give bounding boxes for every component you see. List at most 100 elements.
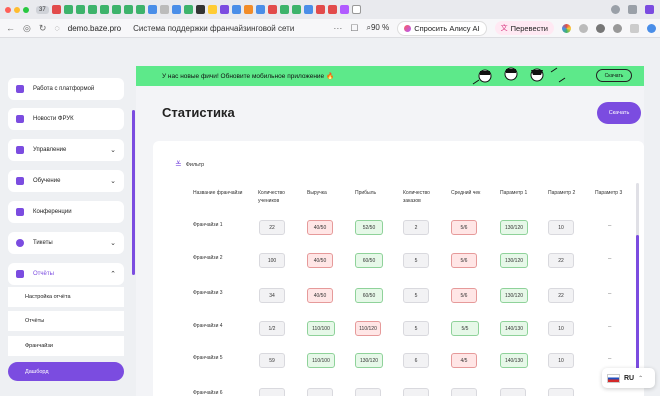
tab-favicon[interactable] [75,5,85,14]
tab-favicon[interactable] [171,5,181,14]
sidebar-item-tickets[interactable]: Тикеты ⌄ [8,232,124,254]
minimize-window-icon[interactable] [14,6,20,13]
tab-favicon[interactable] [315,5,325,14]
filter-button[interactable]: ≚ Фильтр [175,160,204,169]
tab-favicon[interactable] [135,5,145,14]
table-cell: 5/6 [451,288,477,303]
sidebar-subitem-franchisees[interactable]: Франчайзи [8,336,124,356]
tab-favicon[interactable] [63,5,73,14]
tab-favicon[interactable] [147,5,157,14]
extension-icon[interactable] [579,23,588,33]
extensions-icon[interactable] [628,5,637,14]
tab-favicon[interactable] [339,5,349,14]
tab-favicon[interactable] [111,5,121,14]
table-cell: 34 [259,288,285,303]
lock-icon[interactable]: ◌ [54,23,59,33]
tab-favicon[interactable] [159,5,169,14]
table-cell: 40/50 [307,288,333,303]
table-row-name: Франчайзи 6 [193,390,223,396]
table-cell: 22 [548,253,574,268]
table-row-name: Франчайзи 5 [193,355,223,361]
table-scrollbar-thumb[interactable] [636,235,639,388]
bookmark-icon[interactable]: ☐ [350,23,358,34]
chevron-down-icon: ⌄ [110,240,116,247]
extension-icon[interactable] [613,23,622,33]
report-icon [16,270,24,278]
table-header: Название франчайзи [193,190,243,196]
download-icon[interactable] [647,23,656,33]
sidebar-item-management[interactable]: Управление ⌄ [8,139,124,161]
sidebar-subitem-report-settings[interactable]: Настройка отчёта [8,287,124,307]
table-cell-empty: – [608,223,612,229]
chevron-up-icon: ⌃ [638,375,644,382]
extension-icon[interactable] [596,23,605,33]
table-cell: 140/130 [500,353,528,368]
sidebar-scrollbar[interactable] [132,110,135,275]
sidebar-item-learning[interactable]: Обучение ⌄ [8,170,124,192]
banner-download-button[interactable]: Скачать [596,69,632,82]
table-cell: 140/130 [500,321,528,336]
url-host[interactable]: demo.baze.pro [68,24,121,33]
tab-favicon[interactable] [51,5,61,14]
tab-favicon[interactable] [327,5,337,14]
sidebar-item-news[interactable]: Новости ФРУК [8,108,124,130]
language-selector[interactable]: RU ⌃ [602,368,655,388]
table-header: Параметр 2 [548,190,576,196]
shield-icon[interactable]: ◎ [23,23,31,34]
tab-favicon[interactable] [243,5,253,14]
new-tab-icon[interactable] [351,5,361,14]
sidebar-subitem-dashboard[interactable]: Дашборд [8,362,124,381]
maximize-window-icon[interactable] [23,6,29,13]
table-header: Прибыль [355,190,377,196]
sidebar-item-reports[interactable]: Отчёты ⌃ [8,263,124,285]
table-cell [307,388,333,396]
tab-favicon[interactable] [123,5,133,14]
table-cell: 10 [548,353,574,368]
color-extension-icon[interactable] [562,23,571,33]
table-cell-empty: – [608,356,612,362]
tab-favicon[interactable] [87,5,97,14]
download-button[interactable]: Скачать [597,102,641,124]
table-cell: 5/6 [451,253,477,268]
tab-favicon[interactable] [267,5,277,14]
sidebar-item-platform[interactable]: Работа с платформой [8,78,124,100]
table-cell: 5/6 [451,220,477,235]
ask-alice-button[interactable]: Спросить Алису AI [397,20,487,36]
puzzle-icon[interactable] [630,23,639,33]
tab-favicon[interactable] [99,5,109,14]
window-controls[interactable] [5,6,29,13]
table-header: Выручка [307,190,327,196]
tab-favicon[interactable] [231,5,241,14]
more-icon[interactable]: ··· [333,23,342,33]
table-cell: 22 [259,220,285,235]
translate-button[interactable]: 文 Перевести [494,21,554,35]
table-cell [500,388,526,396]
close-window-icon[interactable] [5,6,11,13]
sidebar-subitem-reports[interactable]: Отчёты [8,311,124,331]
tab-favicon[interactable] [291,5,301,14]
menu-icon[interactable] [645,5,654,14]
tab-favicon[interactable] [195,5,205,14]
reload-icon[interactable]: ↻ [39,23,47,34]
tab-favicon[interactable] [183,5,193,14]
table-header: Количество учеников [258,190,285,204]
tab-favicon[interactable] [207,5,217,14]
table-cell: 1/2 [259,321,285,336]
tab-favicon[interactable] [219,5,229,14]
table-header: Параметр 1 [500,190,528,196]
tab-count-badge[interactable]: 37 [36,5,49,14]
tab-favicon[interactable] [303,5,313,14]
table-cell: 130/120 [355,353,383,368]
profile-icon[interactable] [611,5,620,14]
sidebar-item-conferences[interactable]: Конференции [8,201,124,223]
tab-favicon[interactable] [279,5,289,14]
zoom-indicator[interactable]: ⌕90 % [366,23,389,33]
update-banner: У нас новые фичи! Обновите мобильное при… [136,66,644,86]
table-header: Параметр 3 [595,190,623,196]
back-icon[interactable]: ← [6,23,15,33]
table-scrollbar[interactable] [636,183,639,388]
page-title-text: Система поддержки франчайзинговой сети [133,23,295,33]
table-cell [355,388,381,396]
table-row-name: Франчайзи 3 [193,290,223,296]
tab-favicon[interactable] [255,5,265,14]
